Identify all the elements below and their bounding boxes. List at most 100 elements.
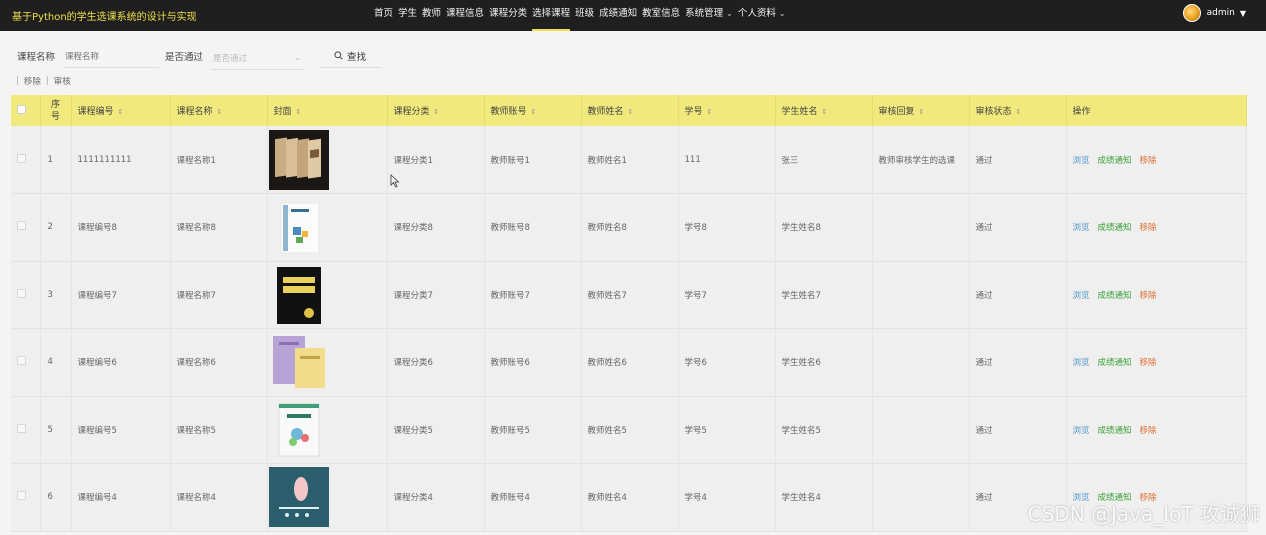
category-cell: 课程分类1 [387, 126, 485, 194]
column-header[interactable]: 课程名称 ⇕ [170, 95, 268, 126]
view-link[interactable]: 浏览 [1073, 223, 1090, 233]
category-cell: 课程分类6 [387, 328, 485, 396]
cover-image[interactable] [268, 264, 329, 325]
cover-image[interactable] [268, 467, 329, 528]
nav-item[interactable]: 教师 [422, 0, 441, 31]
column-header[interactable]: 课程分类 ⇕ [387, 95, 485, 126]
top-navbar: 基于Python的学生选课系统的设计与实现 首页 学生 教师 课程信息 课程分类 选择课程… [0, 0, 1266, 31]
row-checkbox[interactable] [17, 356, 26, 366]
nav-item[interactable]: 课程信息 [446, 0, 484, 31]
sort-icon[interactable]: ⇕ [531, 108, 537, 116]
view-link[interactable]: 浏览 [1073, 156, 1090, 166]
nav-item[interactable]: 班级 [575, 0, 594, 31]
cover-image[interactable] [268, 332, 329, 393]
caret-down-icon[interactable]: ▼ [1240, 9, 1246, 18]
nav-item[interactable]: 成绩通知 [599, 0, 637, 31]
row-select-cell [11, 261, 41, 329]
sort-icon[interactable]: ⇕ [217, 108, 223, 116]
user-menu[interactable]: admin ▼ [1182, 4, 1246, 22]
column-header[interactable]: 审核回复 ⇕ [872, 95, 970, 126]
column-header[interactable]: 封面 ⇕ [267, 95, 388, 126]
course-name-cell: 课程名称6 [170, 328, 268, 396]
nav-item[interactable]: 学生 [398, 0, 417, 31]
teacher-name-cell: 教师姓名7 [581, 261, 679, 329]
remove-link[interactable]: 移除 [1140, 426, 1157, 436]
row-checkbox[interactable] [17, 491, 26, 501]
view-link[interactable]: 浏览 [1073, 426, 1090, 436]
sort-icon[interactable]: ⇕ [118, 108, 124, 116]
cover-image[interactable] [268, 197, 329, 258]
search-button[interactable]: 查找 [319, 44, 382, 68]
actions-cell: 浏览 成绩通知 移除 [1066, 396, 1247, 464]
column-header[interactable]: 教师姓名 ⇕ [581, 95, 679, 126]
sort-icon[interactable]: ⇕ [707, 108, 713, 116]
grade-notify-link[interactable]: 成绩通知 [1098, 358, 1132, 368]
nav-item-label: 首页 [374, 8, 394, 19]
row-select-cell [11, 396, 41, 464]
select-all-checkbox[interactable] [17, 104, 26, 114]
student-no-cell: 学号5 [678, 396, 776, 464]
search-button-label: 查找 [347, 51, 367, 63]
remove-link[interactable]: 移除 [1140, 358, 1157, 368]
row-checkbox[interactable] [17, 221, 26, 231]
column-header: 操作 [1066, 95, 1247, 126]
grade-notify-link[interactable]: 成绩通知 [1098, 426, 1132, 436]
grade-notify-link[interactable]: 成绩通知 [1098, 223, 1132, 233]
nav-item[interactable]: 课程分类 [489, 0, 527, 31]
column-header-label: 学生姓名 [781, 107, 818, 117]
view-link[interactable]: 浏览 [1073, 291, 1090, 301]
passed-select[interactable]: 是否通过 ⌄ [211, 46, 306, 70]
status-cell: 通过 [969, 193, 1067, 261]
reply-cell [872, 396, 970, 464]
table-row: 4 课程编号6 课程名称6 课程分类6 教师账号6 教师姓名6 学号6 学生姓名6 通过 浏览成… [11, 328, 1247, 396]
table-row: 1 1111111111 课程名称1 课程分类1 教师账号1 教师姓名1 111 张三 教师审… [11, 126, 1247, 194]
sort-icon[interactable]: ⇕ [919, 108, 925, 116]
course-name-cell: 课程名称7 [170, 261, 268, 329]
nav-item[interactable]: 首页 [374, 0, 393, 31]
category-cell: 课程分类4 [387, 463, 485, 531]
row-checkbox[interactable] [17, 288, 26, 298]
cover-image[interactable] [268, 399, 329, 460]
column-header[interactable]: 教师账号 ⇕ [484, 95, 582, 126]
remove-link[interactable]: 移除 [1140, 291, 1157, 301]
bulk-review-button[interactable]: 审核 [54, 75, 71, 87]
sort-icon[interactable]: ⇕ [822, 108, 828, 116]
divider: | [16, 76, 19, 86]
nav-item[interactable]: 个人资料 ⌄ [738, 0, 786, 31]
nav-item[interactable]: 选择课程 [532, 0, 571, 31]
course-no-cell: 课程编号4 [71, 463, 171, 531]
course-name-input[interactable] [63, 44, 160, 68]
row-checkbox[interactable] [17, 423, 26, 433]
sort-icon[interactable]: ⇕ [1016, 108, 1022, 116]
index-cell: 6 [40, 463, 72, 531]
view-link[interactable]: 浏览 [1073, 358, 1090, 368]
reply-cell [872, 328, 970, 396]
chevron-down-icon: ⌄ [778, 9, 786, 18]
column-header[interactable]: 学生姓名 ⇕ [775, 95, 873, 126]
remove-link[interactable]: 移除 [1140, 223, 1157, 233]
sort-icon[interactable]: ⇕ [628, 108, 634, 116]
username[interactable]: admin [1207, 8, 1235, 18]
student-no-cell: 学号8 [678, 193, 776, 261]
column-header[interactable]: 课程编号 ⇕ [71, 95, 171, 126]
sort-icon[interactable]: ⇕ [434, 108, 440, 116]
bulk-remove-button[interactable]: 移除 [24, 75, 41, 87]
index-cell: 3 [40, 261, 72, 329]
cover-image[interactable] [268, 129, 329, 190]
actions-cell: 浏览 成绩通知 移除 [1066, 261, 1247, 329]
nav-item-label: 教室信息 [642, 8, 681, 19]
avatar[interactable] [1182, 4, 1201, 22]
row-select-cell [11, 463, 41, 531]
index-cell: 2 [40, 193, 72, 261]
row-checkbox[interactable] [17, 153, 26, 163]
nav-item[interactable]: 系统管理 ⌄ [685, 0, 733, 31]
grade-notify-link[interactable]: 成绩通知 [1098, 156, 1132, 166]
column-header[interactable]: 审核状态 ⇕ [969, 95, 1067, 126]
sort-icon[interactable]: ⇕ [296, 108, 302, 116]
table-body: 1 1111111111 课程名称1 课程分类1 教师账号1 教师姓名1 111 张三 教师审… [11, 126, 1247, 531]
grade-notify-link[interactable]: 成绩通知 [1098, 291, 1132, 301]
nav-item[interactable]: 教室信息 [642, 0, 680, 31]
status-cell: 通过 [969, 396, 1067, 464]
remove-link[interactable]: 移除 [1140, 156, 1157, 166]
column-header[interactable]: 学号 ⇕ [678, 95, 776, 126]
